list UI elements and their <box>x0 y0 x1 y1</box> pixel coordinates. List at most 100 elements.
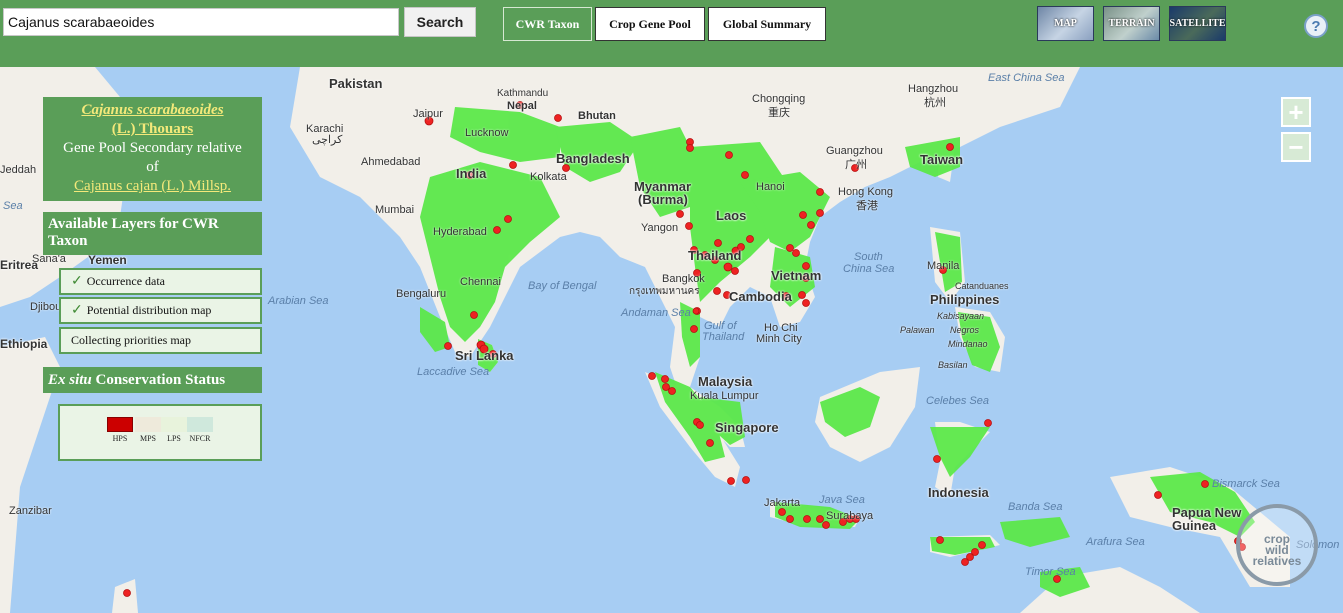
map-label-yemen: Yemen <box>88 253 127 267</box>
map-label-jakarta: Jakarta <box>764 497 801 509</box>
map-label-laccadive-sea: Laccadive Sea <box>417 366 490 378</box>
map-label-east-china-sea: East China Sea <box>988 72 1065 84</box>
map-label-chennai: Chennai <box>460 276 501 288</box>
map-label-palawan: Palawan <box>900 325 935 335</box>
top-toolbar: Search CWR Taxon Crop Gene Pool Global S… <box>0 0 1343 67</box>
map-label-china-sea: China Sea <box>843 263 895 275</box>
map-label-basilan: Basilan <box>938 360 968 370</box>
map-label-hong-kong-zh: 香港 <box>856 200 878 212</box>
map-label-jeddah: Jeddah <box>0 164 37 176</box>
map-label-timor-sea: Timor Sea <box>1025 566 1076 578</box>
map-label-red-sea: Sea <box>3 200 23 212</box>
tab-global-summary[interactable]: Global Summary <box>708 7 826 41</box>
layers-title: Available Layers for CWR Taxon <box>43 212 262 255</box>
legend-swatch-mps <box>135 417 161 432</box>
layer-potential-distribution[interactable]: ✓ Potential distribution map <box>59 297 262 324</box>
legend-swatch-hps <box>107 417 133 432</box>
map-label-philippines: Philippines <box>930 292 1000 307</box>
search-button[interactable]: Search <box>404 7 476 37</box>
map-type-map-button[interactable]: MAP <box>1037 6 1094 41</box>
map-label-south: South <box>854 251 883 263</box>
map-label-arafura-sea: Arafura Sea <box>1086 536 1145 548</box>
map-type-satellite-label: SATELLITE <box>1169 18 1226 29</box>
map-type-map-label: MAP <box>1054 18 1077 29</box>
map-type-terrain-label: TERRAIN <box>1108 18 1155 29</box>
map-label-bismarck-sea: Bismarck Sea <box>1212 478 1280 490</box>
exsitu-title: Ex situ Conservation Status <box>43 367 262 393</box>
map-label-indonesia: Indonesia <box>928 485 989 500</box>
map-label-manila: Manila <box>927 260 960 272</box>
map-label-catanduanes: Catanduanes <box>955 281 1009 291</box>
search-input[interactable] <box>3 8 399 36</box>
legend-label-lps: LPS <box>167 434 181 443</box>
zoom-in-button[interactable]: + <box>1281 97 1311 127</box>
map-label-kuala-lumpur: Kuala Lumpur <box>690 390 759 402</box>
map-label-vietnam: Vietnam <box>771 268 822 283</box>
map-type-terrain-button[interactable]: TERRAIN <box>1103 6 1160 41</box>
map-label-laos: Laos <box>716 208 747 223</box>
map-label-chongqing-zh: 重庆 <box>768 107 790 119</box>
map-label-ethiopia: Ethiopia <box>0 337 48 351</box>
layer-label: Collecting priorities map <box>71 333 191 347</box>
map-label-minh-city: Minh City <box>756 333 802 345</box>
layer-label: Potential distribution map <box>86 303 212 317</box>
map-label-jaipur: Jaipur <box>413 108 443 120</box>
map-label-pakistan: Pakistan <box>329 76 383 91</box>
map-label-sri-lanka: Sri Lanka <box>455 348 514 363</box>
map-label-celebes-sea: Celebes Sea <box>926 395 989 407</box>
map-label-kathmandu: Kathmandu <box>497 88 549 99</box>
map-label-burma: (Burma) <box>638 192 688 207</box>
tab-crop-gene-pool[interactable]: Crop Gene Pool <box>595 7 705 41</box>
map-label-bhutan: Bhutan <box>578 110 616 122</box>
map-label-bengaluru: Bengaluru <box>396 288 447 300</box>
checkmark-icon: ✓ <box>71 303 83 318</box>
map-label-guangzhou-zh: 广州 <box>845 159 867 171</box>
map-label-surabaya: Surabaya <box>826 510 874 522</box>
map-label-malaysia: Malaysia <box>698 374 753 389</box>
layer-label: Occurrence data <box>86 274 166 288</box>
map-label-java-sea: Java Sea <box>819 494 865 506</box>
map-label-singapore: Singapore <box>715 420 779 435</box>
map-label-bangkok-th: กรุงเทพมหานคร <box>629 286 700 297</box>
map-label-gulf-thailand: Thailand <box>702 331 745 343</box>
map-label-india: India <box>456 166 487 181</box>
map-label-bay-of-bengal: Bay of Bengal <box>528 280 597 292</box>
map-label-kabisayaan: Kabisayaan <box>937 311 985 321</box>
layer-occurrence-data[interactable]: ✓ Occurrence data <box>59 268 262 295</box>
map-label-kolkata: Kolkata <box>530 171 567 183</box>
map-label-zanzibar: Zanzibar <box>9 505 52 517</box>
crop-link[interactable]: Cajanus cajan (L.) Millsp. <box>74 178 231 194</box>
map-label-mindanao: Mindanao <box>948 339 988 349</box>
legend-label-nfcr: NFCR <box>189 434 211 443</box>
legend-swatch-lps <box>161 417 187 432</box>
taxon-relation-text: Gene Pool Secondary relative <box>63 140 242 156</box>
help-icon[interactable]: ? <box>1304 14 1328 38</box>
map-label-ahmedabad: Ahmedabad <box>361 156 421 168</box>
map-label-arabian-sea: Arabian Sea <box>268 295 329 307</box>
layer-collecting-priorities[interactable]: Collecting priorities map <box>59 327 262 354</box>
legend-label-mps: MPS <box>139 434 156 443</box>
map-label-taiwan: Taiwan <box>920 152 964 167</box>
zoom-in-icon: + <box>1288 96 1304 127</box>
tab-cwr-taxon[interactable]: CWR Taxon <box>503 7 592 41</box>
map-label-hyderabad: Hyderabad <box>433 226 487 238</box>
zoom-out-icon: − <box>1288 131 1304 162</box>
map-label-banda-sea: Banda Sea <box>1008 501 1063 513</box>
taxon-of-text: of <box>146 159 159 175</box>
crop-wild-relatives-logo: crop wild relatives <box>1236 504 1318 586</box>
legend-swatch-nfcr <box>187 417 213 432</box>
legend-label-hps: HPS <box>112 434 128 443</box>
taxon-authority-link[interactable]: (L.) Thouars <box>112 121 193 137</box>
map-label-karachi-ur: كراچی <box>312 134 343 146</box>
taxon-name-link[interactable]: Cajanus scarabaeoides <box>81 102 223 118</box>
taxon-info-panel: Cajanus scarabaeoides (L.) Thouars Gene … <box>43 97 262 201</box>
map-label-cambodia: Cambodia <box>729 289 792 304</box>
exsitu-legend: HPS MPS LPS NFCR <box>58 404 262 461</box>
map-label-mumbai: Mumbai <box>375 204 415 216</box>
zoom-out-button[interactable]: − <box>1281 132 1311 162</box>
map-label-nepal: Nepal <box>507 100 537 112</box>
map-label-andaman-sea: Andaman Sea <box>621 307 691 319</box>
exsitu-title-italic: Ex situ <box>48 371 92 388</box>
map-type-satellite-button[interactable]: SATELLITE <box>1169 6 1226 41</box>
map-label-hanoi: Hanoi <box>756 181 785 193</box>
